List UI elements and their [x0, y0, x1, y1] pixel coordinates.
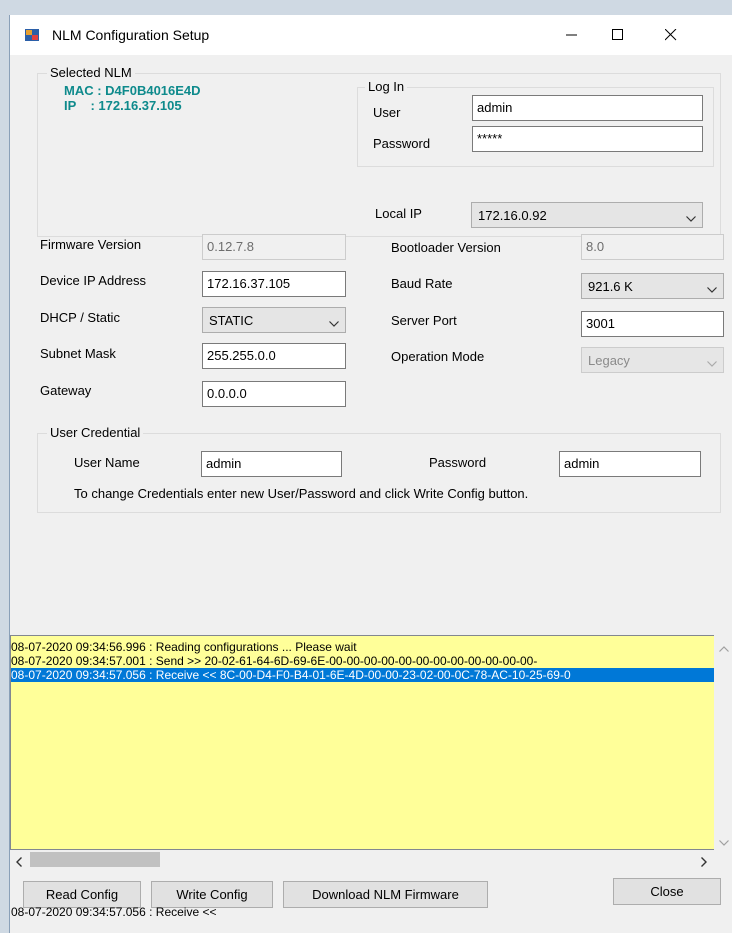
log-line-selected[interactable]: 08-07-2020 09:34:57.056 : Receive << 8C-…	[11, 668, 714, 682]
selected-ip: IP : 172.16.37.105	[64, 98, 182, 113]
subnet-mask-label: Subnet Mask	[40, 346, 116, 361]
password-label: Password	[373, 136, 431, 151]
baud-rate-value: 921.6 K	[588, 279, 633, 294]
main-window: NLM Configuration Setup Selected NLM MAC…	[9, 15, 732, 933]
read-config-button[interactable]: Read Config	[23, 881, 141, 908]
log-line[interactable]: 08-07-2020 09:34:56.996 : Reading config…	[11, 640, 714, 654]
download-firmware-button[interactable]: Download NLM Firmware	[283, 881, 488, 908]
device-ip-label: Device IP Address	[40, 273, 146, 288]
horizontal-scrollbar[interactable]	[10, 850, 714, 869]
local-ip-label: Local IP	[375, 206, 422, 221]
login-group: Log In User admin Password *****	[357, 79, 714, 167]
gateway-input[interactable]: 0.0.0.0	[202, 381, 346, 407]
vertical-scrollbar[interactable]	[714, 635, 732, 850]
close-icon	[665, 29, 677, 41]
scroll-down-icon[interactable]	[719, 835, 729, 850]
selected-nlm-legend: Selected NLM	[47, 65, 135, 80]
user-credential-legend: User Credential	[47, 425, 144, 440]
subnet-mask-input[interactable]: 255.255.0.0	[202, 343, 346, 369]
scroll-left-icon[interactable]	[15, 855, 23, 870]
baud-rate-select[interactable]: 921.6 K	[581, 273, 724, 299]
selected-mac: MAC : D4F0B4016E4D	[64, 83, 201, 98]
device-ip-input[interactable]: 172.16.37.105	[202, 271, 346, 297]
login-legend: Log In	[365, 79, 408, 94]
minimize-button[interactable]	[549, 15, 595, 55]
log-listbox[interactable]: 08-07-2020 09:34:56.996 : Reading config…	[10, 635, 714, 850]
minimize-icon	[566, 29, 578, 41]
scrollbar-corner	[714, 850, 732, 869]
dhcp-static-label: DHCP / Static	[40, 310, 120, 325]
baud-rate-label: Baud Rate	[391, 276, 453, 291]
operation-mode-value: Legacy	[588, 353, 630, 368]
chevron-down-icon	[707, 356, 717, 371]
credential-hint: To change Credentials enter new User/Pas…	[74, 486, 529, 501]
close-button[interactable]: Close	[613, 878, 721, 905]
firmware-version-label: Firmware Version	[40, 237, 142, 252]
credential-username-input[interactable]: admin	[201, 451, 342, 477]
chevron-down-icon	[686, 211, 696, 226]
operation-mode-label: Operation Mode	[391, 349, 485, 364]
scroll-up-icon[interactable]	[719, 641, 729, 656]
login-password-input[interactable]: *****	[472, 126, 703, 152]
username-label: User Name	[74, 455, 140, 470]
bootloader-version-label: Bootloader Version	[391, 240, 501, 255]
bootloader-version-field: 8.0	[581, 234, 724, 260]
credential-password-input[interactable]: admin	[559, 451, 701, 477]
write-config-button[interactable]: Write Config	[151, 881, 273, 908]
login-user-input[interactable]: admin	[472, 95, 703, 121]
maximize-icon	[612, 29, 624, 41]
app-icon	[24, 27, 40, 43]
local-ip-value: 172.16.0.92	[478, 208, 547, 223]
selected-nlm-group: Selected NLM MAC : D4F0B4016E4D IP : 172…	[37, 65, 721, 237]
dhcp-static-value: STATIC	[209, 313, 254, 328]
server-port-input[interactable]: 3001	[581, 311, 724, 337]
scroll-right-icon[interactable]	[700, 855, 708, 870]
server-port-label: Server Port	[391, 313, 457, 328]
dhcp-static-select[interactable]: STATIC	[202, 307, 346, 333]
firmware-version-field: 0.12.7.8	[202, 234, 346, 260]
log-line[interactable]: 08-07-2020 09:34:57.001 : Send >> 20-02-…	[11, 654, 714, 668]
maximize-button[interactable]	[595, 15, 641, 55]
gateway-label: Gateway	[40, 383, 92, 398]
close-window-button[interactable]	[641, 15, 701, 55]
status-text: 08-07-2020 09:34:57.056 : Receive <<	[11, 905, 217, 919]
user-credential-group: User Credential User Name admin Password…	[37, 425, 721, 513]
user-label: User	[373, 105, 401, 120]
chevron-down-icon	[329, 316, 339, 331]
local-ip-select[interactable]: 172.16.0.92	[471, 202, 703, 228]
operation-mode-select: Legacy	[581, 347, 724, 373]
horizontal-scroll-thumb[interactable]	[30, 852, 160, 867]
window-title: NLM Configuration Setup	[52, 27, 210, 43]
credential-password-label: Password	[429, 455, 487, 470]
chevron-down-icon	[707, 282, 717, 297]
title-bar[interactable]: NLM Configuration Setup	[10, 15, 732, 55]
